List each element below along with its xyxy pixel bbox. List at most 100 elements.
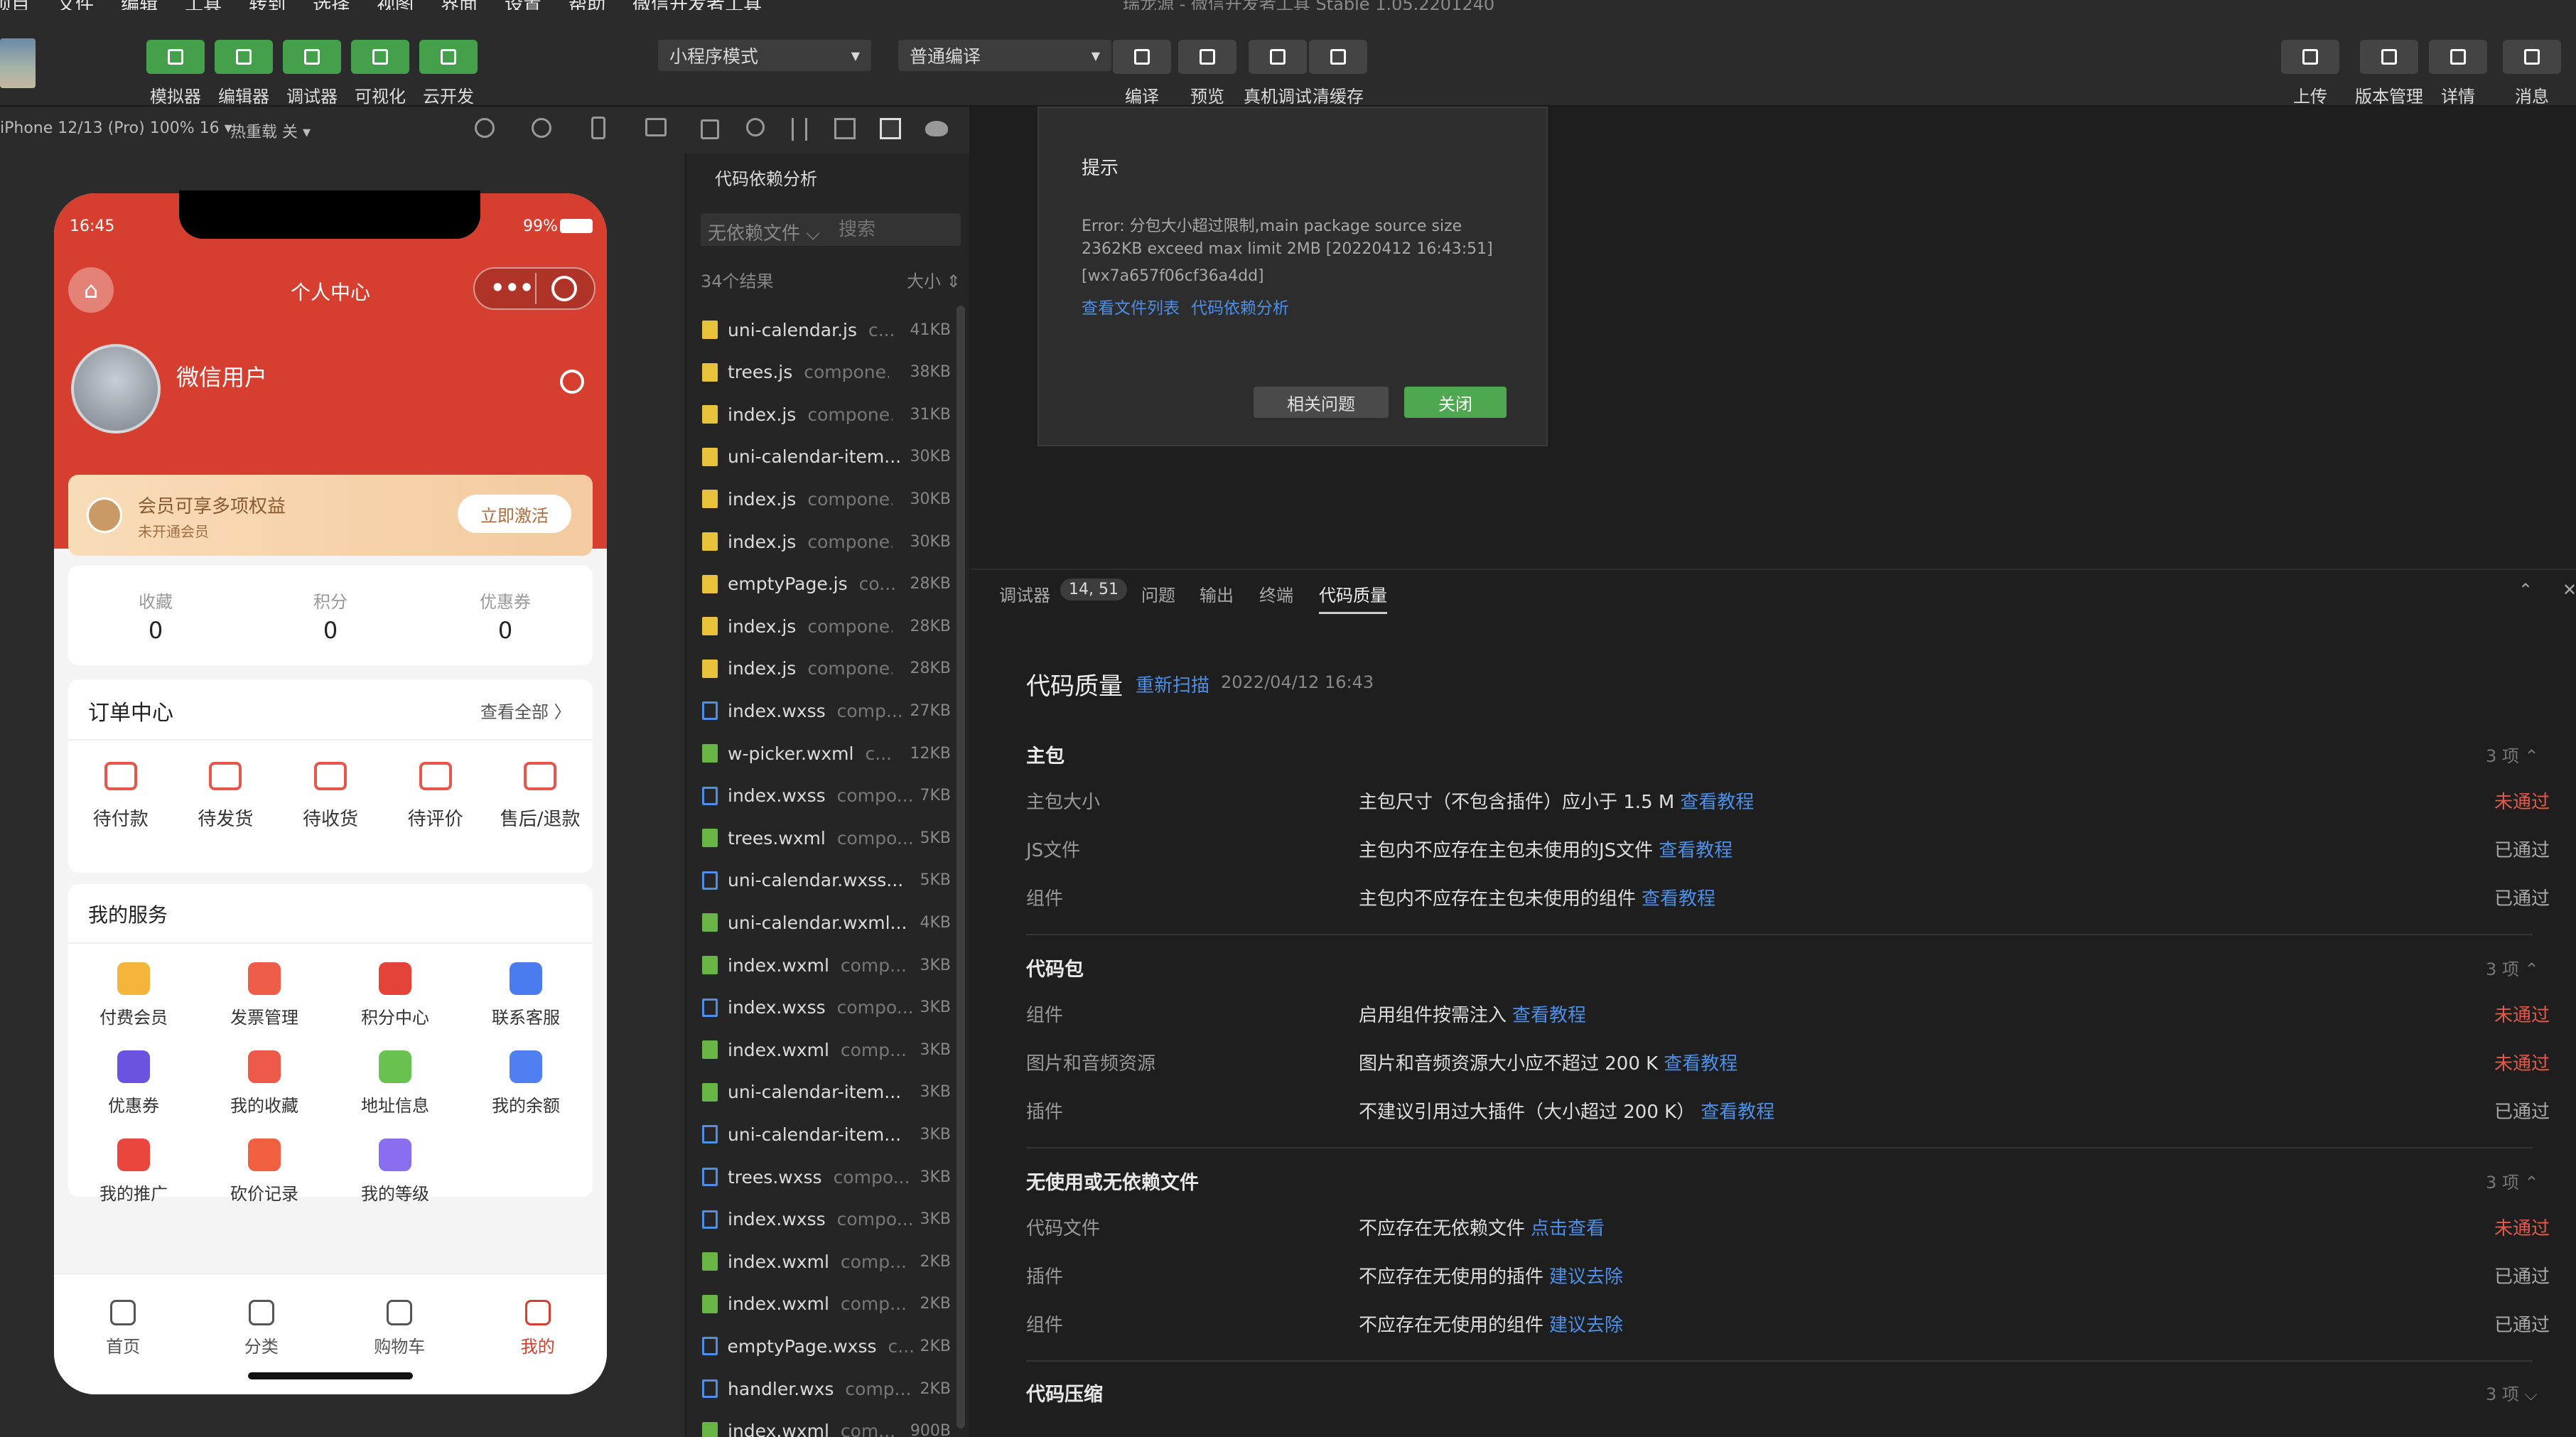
service-item[interactable]: 联系客服 [460,962,591,1050]
file-row[interactable]: index.wxss compo... 7KB [686,775,971,817]
service-item[interactable]: 付费会员 [68,962,199,1050]
file-row[interactable]: index.wxml comp... 2KB [686,1240,971,1283]
layers-toolbar-button[interactable]: 清缓存 [1309,40,1367,107]
file-row[interactable]: index.wxml comp... 2KB [686,1283,971,1325]
close-icon[interactable]: ✕ [2562,580,2576,600]
file-row[interactable]: trees.wxml compo... 5KB [686,817,971,859]
code-toolbar-button[interactable]: 编辑器 [215,40,273,107]
files-icon[interactable] [701,119,719,139]
file-row[interactable]: index.js compone... 28KB [686,605,971,647]
file-row[interactable]: index.js compone... 31KB [686,393,971,436]
close-button[interactable]: 关闭 [1404,387,1507,418]
bottom-tab[interactable]: 终端 [1259,581,1293,606]
menu-item[interactable]: 帮助 [568,0,605,10]
order-item[interactable]: 待付款 [68,762,173,831]
menu-item[interactable]: 转到 [249,0,286,10]
stop-icon[interactable] [532,118,551,138]
menu-item[interactable]: 微信开发者工具 [632,0,762,10]
file-row[interactable]: index.js compone... 30KB [686,520,971,563]
view-file-list-link[interactable]: 查看文件列表 [1082,294,1180,318]
quality-link[interactable]: 查看教程 [1701,1102,1774,1123]
file-row[interactable]: uni-calendar-item... 3KB [686,1113,971,1156]
quality-link[interactable]: 查看教程 [1664,1053,1737,1075]
service-item[interactable]: 我的收藏 [199,1050,330,1139]
tab-2[interactable]: 购物车 [330,1300,469,1360]
service-item[interactable]: 优惠券 [68,1050,199,1139]
menu-item[interactable]: 工具 [185,0,222,10]
avatar[interactable] [71,344,161,434]
service-item[interactable]: 地址信息 [330,1050,460,1139]
file-row[interactable]: trees.wxss compo... 3KB [686,1156,971,1198]
file-row[interactable]: index.wxss comp... 27KB [686,689,971,732]
eye-toolbar-button[interactable]: 预览 [1178,40,1236,107]
refresh-icon[interactable] [475,118,495,138]
quality-link[interactable]: 建议去除 [1549,1266,1623,1288]
activate-button[interactable]: 立即激活 [458,495,571,533]
section-count-toggle[interactable]: 3 项 ⌃ [2486,955,2539,980]
scrollbar[interactable] [956,306,965,1428]
compile-select[interactable]: 普通编译 ▼ [898,40,1111,71]
service-item[interactable]: 发票管理 [199,962,330,1050]
analysis-icon[interactable] [880,118,901,139]
window-icon[interactable] [645,118,667,136]
quality-link[interactable]: 查看教程 [1642,888,1715,910]
bell-toolbar-button[interactable]: 消息 [2503,40,2561,107]
search-icon[interactable] [746,118,765,136]
branch-toolbar-button[interactable]: 版本管理 [2355,40,2423,107]
bottom-tab[interactable]: 输出 [1200,581,1234,606]
cloud-icon[interactable] [925,121,948,136]
file-row[interactable]: index.wxml comp... 3KB [686,1028,971,1071]
tab-3[interactable]: 我的 [469,1300,608,1360]
bottom-tab[interactable]: 代码质量 [1319,581,1387,614]
menu-toolbar-button[interactable]: 详情 [2429,40,2487,107]
dependency-analysis-link[interactable]: 代码依赖分析 [1191,294,1289,318]
bottom-tab[interactable]: 调试器 [999,581,1050,606]
file-row[interactable]: handler.wxs comp... 2KB [686,1367,971,1410]
menu-item[interactable]: 编辑 [121,0,158,10]
section-count-toggle[interactable]: 3 项 ⌃ [2486,742,2539,767]
menu-item[interactable]: 选择 [313,0,350,10]
related-issues-button[interactable]: 相关问题 [1254,387,1389,418]
rescan-button[interactable]: 重新扫描 [1136,671,1209,697]
order-item[interactable]: 待评价 [383,762,488,831]
filter-select[interactable]: 无依赖文件 ⌵ [708,219,820,245]
file-row[interactable]: w-picker.wxml c... 12KB [686,732,971,775]
quality-link[interactable]: 查看教程 [1680,792,1754,813]
order-item[interactable]: 售后/退款 [487,762,593,831]
file-row[interactable]: uni-calendar.wxss... 5KB [686,859,971,902]
quality-link[interactable]: 查看教程 [1659,840,1732,861]
stat-0[interactable]: 收藏 0 [68,588,243,644]
file-row[interactable]: index.wxss compo... 3KB [686,1198,971,1241]
device-select[interactable]: iPhone 12/13 (Pro) 100% 16 ▾ [0,119,232,137]
tab-0[interactable]: 首页 [54,1300,193,1360]
close-capsule-icon[interactable] [551,276,577,301]
file-row[interactable]: trees.js compone... 38KB [686,351,971,394]
order-item[interactable]: 待收货 [278,762,383,831]
bottom-tab[interactable]: 问题 [1141,581,1175,606]
menu-item[interactable]: 文件 [57,0,94,10]
tab-1[interactable]: 分类 [193,1300,331,1360]
extensions-icon[interactable] [834,118,856,139]
size-sort-button[interactable]: 大小 ⇕ [907,267,961,292]
hot-reload-select[interactable]: 热重载 关 ▾ [230,119,311,142]
file-row[interactable]: uni-calendar-item... 30KB [686,436,971,478]
gear-icon[interactable] [560,370,584,394]
quality-link[interactable]: 查看教程 [1512,1005,1586,1026]
file-row[interactable]: index.wxml com... 900B [686,1410,971,1437]
file-row[interactable]: uni-calendar.js c... 41KB [686,308,971,351]
bug-toolbar-button[interactable]: 真机调试 [1244,40,1312,107]
cloud-toolbar-button[interactable]: 云开发 [419,40,478,107]
section-count-toggle[interactable]: 3 项 ⌃ [2486,1168,2539,1193]
order-item[interactable]: 待发货 [173,762,279,831]
layout-toolbar-button[interactable]: 可视化 [351,40,409,107]
phone-toolbar-button[interactable]: 模拟器 [146,40,205,107]
project-avatar[interactable] [0,38,36,88]
view-all-orders-link[interactable]: 查看全部 〉 [480,698,571,723]
file-row[interactable]: index.wxml comp... 3KB [686,944,971,986]
service-item[interactable]: 积分中心 [330,962,460,1050]
menu-item[interactable]: 视图 [377,0,414,10]
phone-icon[interactable] [591,117,605,139]
quality-link[interactable]: 点击查看 [1531,1218,1605,1239]
more-icon[interactable]: ••• [490,274,534,301]
menu-item[interactable]: 项目 [0,0,30,10]
